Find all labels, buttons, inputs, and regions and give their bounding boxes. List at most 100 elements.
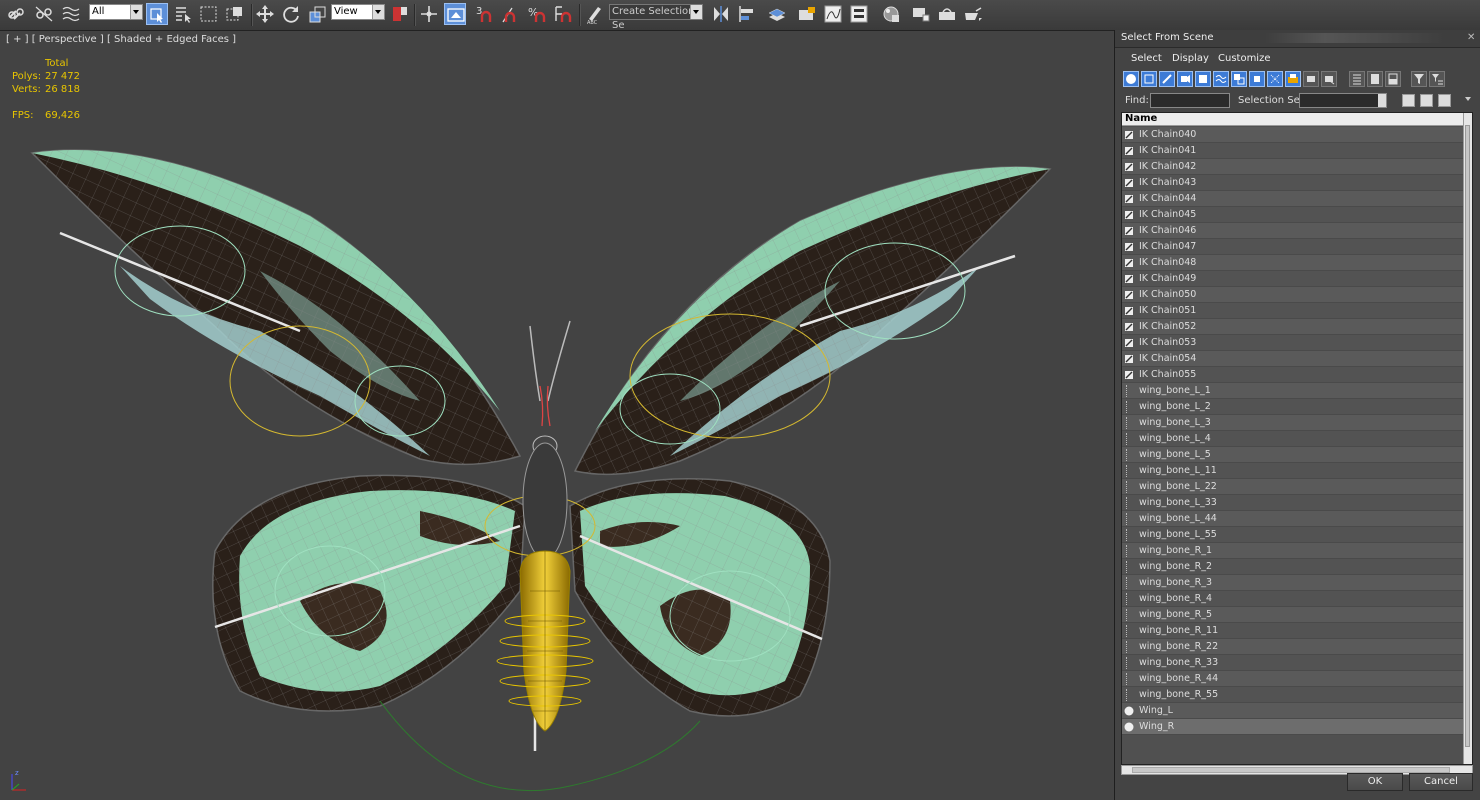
ok-button[interactable]: OK (1347, 773, 1403, 791)
list-item[interactable]: wing_bone_L_55 (1122, 527, 1466, 543)
list-item[interactable]: wing_bone_L_33 (1122, 495, 1466, 511)
list-item[interactable]: IK Chain044 (1122, 191, 1466, 207)
list-item[interactable]: wing_bone_R_33 (1122, 655, 1466, 671)
angle-snap-icon[interactable] (500, 3, 522, 25)
filter-icon[interactable] (1411, 71, 1427, 87)
selection-set-dropdown[interactable] (1299, 93, 1387, 108)
select-object-icon[interactable] (146, 3, 168, 25)
list-item[interactable]: wing_bone_R_55 (1122, 687, 1466, 703)
list-item[interactable]: wing_bone_R_2 (1122, 559, 1466, 575)
find-input[interactable] (1150, 93, 1230, 108)
list-item[interactable]: IK Chain043 (1122, 175, 1466, 191)
select-invert-icon[interactable] (1385, 71, 1401, 87)
rectangular-selection-icon[interactable] (198, 3, 220, 25)
display-xrefs-icon[interactable] (1249, 71, 1265, 87)
window-crossing-icon[interactable] (224, 3, 246, 25)
scene-object-list[interactable]: Name IK Chain040 IK Chain041 IK Chain042 IK… (1121, 112, 1473, 765)
list-item[interactable]: wing_bone_R_1 (1122, 543, 1466, 559)
display-space-warps-icon[interactable] (1213, 71, 1229, 87)
list-item[interactable]: IK Chain054 (1122, 351, 1466, 367)
list-item[interactable]: wing_bone_R_11 (1122, 623, 1466, 639)
list-item[interactable]: IK Chain049 (1122, 271, 1466, 287)
list-item[interactable]: wing_bone_L_1 (1122, 383, 1466, 399)
menu-display[interactable]: Display (1172, 53, 1209, 64)
keyboard-shortcut-override-icon[interactable] (444, 3, 466, 25)
display-bones-icon[interactable] (1267, 71, 1283, 87)
close-icon[interactable]: ✕ (1467, 33, 1477, 43)
bind-to-space-warp-icon[interactable] (60, 3, 82, 25)
list-item[interactable]: wing_bone_R_22 (1122, 639, 1466, 655)
select-by-name-icon[interactable] (172, 3, 194, 25)
options-chevron-down-icon[interactable] (1465, 97, 1471, 104)
graphite-modeling-icon[interactable] (796, 3, 818, 25)
list-item[interactable]: wing_bone_L_4 (1122, 431, 1466, 447)
list-item[interactable]: wing_bone_L_44 (1122, 511, 1466, 527)
list-item[interactable]: IK Chain051 (1122, 303, 1466, 319)
list-item[interactable]: IK Chain047 (1122, 239, 1466, 255)
list-item[interactable]: IK Chain046 (1122, 223, 1466, 239)
menu-select[interactable]: Select (1131, 53, 1162, 64)
left-hind-wing[interactable] (212, 474, 526, 712)
align-icon[interactable] (736, 3, 758, 25)
vertical-scrollbar[interactable] (1463, 113, 1472, 764)
list-item[interactable]: wing_bone_L_2 (1122, 399, 1466, 415)
list-item[interactable]: wing_bone_R_3 (1122, 575, 1466, 591)
select-and-link-icon[interactable] (6, 3, 28, 25)
display-shapes-icon[interactable] (1141, 71, 1157, 87)
select-none-icon[interactable] (1367, 71, 1383, 87)
list-item[interactable]: IK Chain045 (1122, 207, 1466, 223)
display-geometry-icon[interactable] (1123, 71, 1139, 87)
list-item[interactable]: wing_bone_R_44 (1122, 671, 1466, 687)
render-production-icon[interactable] (962, 3, 984, 25)
spinner-snap-icon[interactable] (552, 3, 574, 25)
schematic-view-icon[interactable] (848, 3, 870, 25)
rendered-frame-window-icon[interactable] (936, 3, 958, 25)
display-groups-icon[interactable] (1231, 71, 1247, 87)
edit-named-selection-icon[interactable]: ABC (584, 3, 606, 25)
list-item[interactable]: Wing_L (1122, 703, 1466, 719)
name-column-header[interactable]: Name (1122, 113, 1466, 126)
viewport-label[interactable]: [ + ] [ Perspective ] [ Shaded + Edged F… (6, 34, 236, 45)
layer-manager-icon[interactable] (766, 3, 788, 25)
list-item[interactable]: wing_bone_L_11 (1122, 463, 1466, 479)
filter-options-icon[interactable] (1429, 71, 1445, 87)
display-lights-icon[interactable] (1159, 71, 1175, 87)
list-item[interactable]: wing_bone_R_4 (1122, 591, 1466, 607)
list-item[interactable]: IK Chain055 (1122, 367, 1466, 383)
add-to-selection-set-icon[interactable] (1420, 94, 1433, 107)
remove-from-selection-set-icon[interactable] (1438, 94, 1451, 107)
list-item[interactable]: wing_bone_L_5 (1122, 447, 1466, 463)
select-and-move-icon[interactable] (254, 3, 276, 25)
display-frozen-icon[interactable] (1303, 71, 1319, 87)
right-hind-wing[interactable] (569, 478, 831, 717)
list-item[interactable]: IK Chain052 (1122, 319, 1466, 335)
named-selection-dropdown[interactable]: Create Selection Se (609, 4, 703, 31)
menu-customize[interactable]: Customize (1218, 53, 1271, 64)
vertical-scroll-thumb[interactable] (1465, 125, 1470, 747)
list-item[interactable]: IK Chain053 (1122, 335, 1466, 351)
snaps-toggle-icon[interactable]: 3 (474, 3, 496, 25)
pivot-center-icon[interactable] (389, 3, 411, 25)
list-item[interactable]: IK Chain050 (1122, 287, 1466, 303)
list-item[interactable]: wing_bone_R_5 (1122, 607, 1466, 623)
list-item[interactable]: Wing_R (1122, 719, 1466, 735)
unlink-selection-icon[interactable] (33, 3, 55, 25)
list-item[interactable]: IK Chain042 (1122, 159, 1466, 175)
select-all-icon[interactable] (1349, 71, 1365, 87)
display-cameras-icon[interactable] (1177, 71, 1193, 87)
reference-coordinate-dropdown[interactable]: View (331, 4, 385, 20)
display-hidden-icon[interactable] (1321, 71, 1337, 87)
list-item[interactable]: IK Chain048 (1122, 255, 1466, 271)
butterfly-model[interactable] (0, 31, 1113, 800)
dialog-title-bar[interactable]: Select From Scene ✕ (1115, 30, 1480, 48)
list-item[interactable]: IK Chain040 (1122, 127, 1466, 143)
right-fore-wing[interactable] (573, 166, 1052, 476)
select-and-scale-icon[interactable] (307, 3, 329, 25)
render-setup-icon[interactable] (910, 3, 932, 25)
perspective-viewport[interactable]: [ + ] [ Perspective ] [ Shaded + Edged F… (0, 31, 1113, 800)
cancel-button[interactable]: Cancel (1409, 773, 1473, 791)
create-selection-set-icon[interactable] (1402, 94, 1415, 107)
list-item[interactable]: IK Chain041 (1122, 143, 1466, 159)
left-fore-wing[interactable] (30, 149, 522, 466)
mirror-icon[interactable] (710, 3, 732, 25)
